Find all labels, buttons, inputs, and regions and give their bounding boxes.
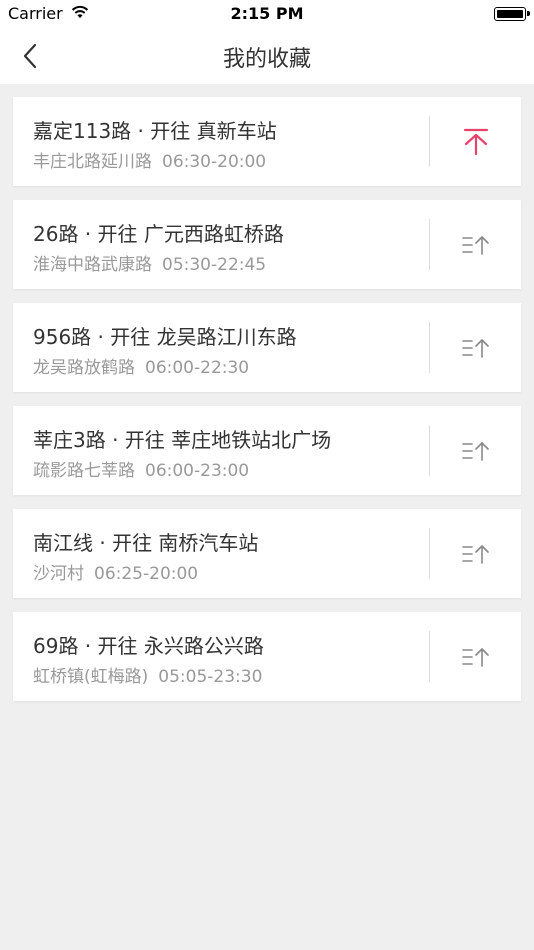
- route-subtitle: 疏影路七莘路 06:00-23:00: [33, 456, 249, 481]
- stop-name: 疏影路七莘路: [33, 461, 135, 481]
- move-to-top-button[interactable]: [430, 612, 521, 701]
- service-hours: 06:00-23:00: [145, 461, 250, 481]
- route-subtitle: 虹桥镇(虹梅路) 05:05-23:30: [33, 662, 262, 687]
- pin-to-top-icon: [463, 128, 488, 155]
- status-bar: Carrier 2:15 PM: [0, 0, 534, 28]
- stop-name: 虹桥镇(虹梅路): [33, 667, 149, 687]
- status-time: 2:15 PM: [230, 4, 304, 23]
- stop-name: 龙吴路放鹤路: [33, 358, 135, 378]
- route-title: 南江线 · 开往 南桥汽车站: [33, 531, 259, 555]
- service-hours: 06:25-20:00: [94, 564, 199, 584]
- route-subtitle: 淮海中路武康路 05:30-22:45: [33, 250, 266, 275]
- move-to-top-button[interactable]: [430, 509, 521, 598]
- stop-name: 淮海中路武康路: [33, 255, 152, 275]
- nav-bar: 我的收藏: [0, 28, 534, 84]
- favorite-card[interactable]: 嘉定113路 · 开往 真新车站丰庄北路延川路 06:30-20:00: [13, 97, 521, 186]
- pinned-to-top-button[interactable]: [430, 97, 521, 186]
- stop-name: 丰庄北路延川路: [33, 152, 152, 172]
- move-up-list-icon: [461, 441, 489, 461]
- route-title: 莘庄3路 · 开往 莘庄地铁站北广场: [33, 428, 332, 452]
- move-up-list-icon: [461, 235, 489, 255]
- move-to-top-button[interactable]: [430, 200, 521, 289]
- service-hours: 05:05-23:30: [158, 667, 263, 687]
- route-subtitle: 丰庄北路延川路 06:30-20:00: [33, 147, 266, 172]
- move-to-top-button[interactable]: [430, 406, 521, 495]
- page-title: 我的收藏: [222, 47, 311, 72]
- route-title: 956路 · 开往 龙吴路江川东路: [33, 325, 297, 349]
- favorite-card[interactable]: 69路 · 开往 永兴路公兴路虹桥镇(虹梅路) 05:05-23:30: [13, 612, 521, 701]
- favorite-card[interactable]: 26路 · 开往 广元西路虹桥路淮海中路武康路 05:30-22:45: [13, 200, 521, 289]
- move-up-list-icon: [461, 338, 489, 358]
- battery-icon: [494, 7, 530, 21]
- favorites-list: 嘉定113路 · 开往 真新车站丰庄北路延川路 06:30-20:00 26路 · …: [13, 97, 521, 715]
- move-up-list-icon: [461, 647, 489, 667]
- favorite-card[interactable]: 莘庄3路 · 开往 莘庄地铁站北广场疏影路七莘路 06:00-23:00: [13, 406, 521, 495]
- favorite-card[interactable]: 956路 · 开往 龙吴路江川东路龙吴路放鹤路 06:00-22:30: [13, 303, 521, 392]
- service-hours: 06:00-22:30: [145, 358, 250, 378]
- route-title: 嘉定113路 · 开往 真新车站: [33, 119, 277, 143]
- route-subtitle: 龙吴路放鹤路 06:00-22:30: [33, 353, 249, 378]
- move-to-top-button[interactable]: [430, 303, 521, 392]
- service-hours: 06:30-20:00: [162, 152, 267, 172]
- route-title: 26路 · 开往 广元西路虹桥路: [33, 222, 284, 246]
- move-up-list-icon: [461, 544, 489, 564]
- route-title: 69路 · 开往 永兴路公兴路: [33, 634, 264, 658]
- service-hours: 05:30-22:45: [162, 255, 267, 275]
- favorite-card[interactable]: 南江线 · 开往 南桥汽车站沙河村 06:25-20:00: [13, 509, 521, 598]
- stop-name: 沙河村: [33, 564, 84, 584]
- route-subtitle: 沙河村 06:25-20:00: [33, 559, 198, 584]
